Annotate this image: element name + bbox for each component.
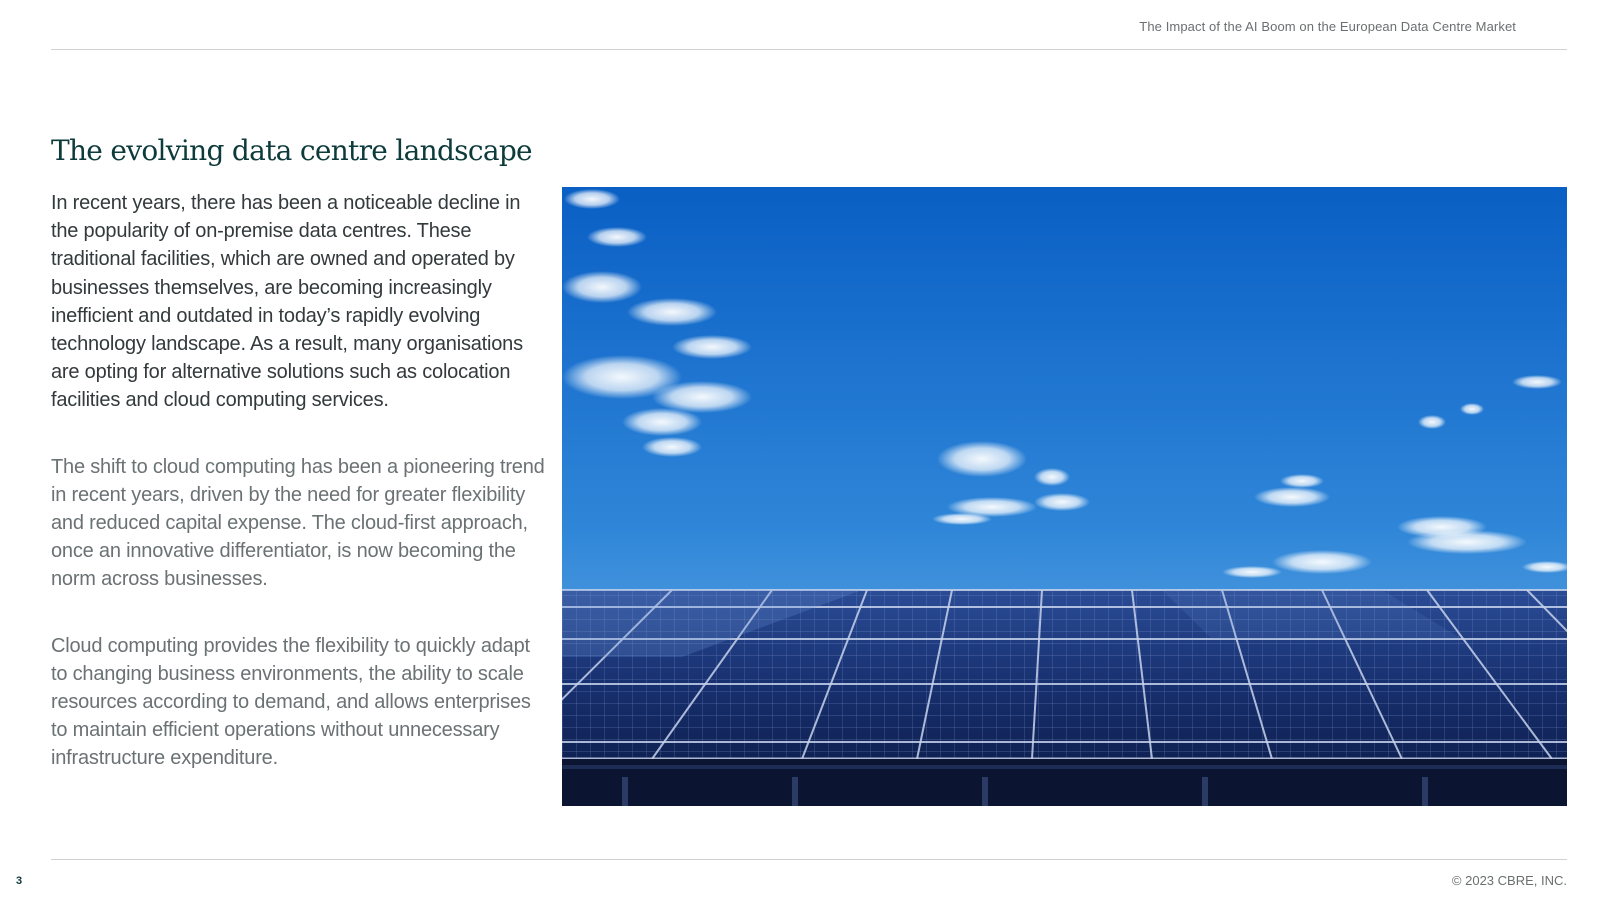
document-page: The Impact of the AI Boom on the Europea… xyxy=(0,0,1600,900)
running-header: The Impact of the AI Boom on the Europea… xyxy=(1139,19,1516,34)
solar-panels-photo xyxy=(562,187,1567,806)
section-title: The evolving data centre landscape xyxy=(51,134,533,167)
body-paragraph: Cloud computing provides the flexibility… xyxy=(51,634,531,770)
intro-paragraph: In recent years, there has been a notice… xyxy=(51,192,523,412)
footer-rule xyxy=(51,859,1567,860)
header-rule xyxy=(51,49,1567,50)
body-paragraph: The shift to cloud computing has been a … xyxy=(51,455,545,591)
body-text-column: In recent years, there has been a notice… xyxy=(51,189,547,773)
page-number: 3 xyxy=(16,875,23,887)
copyright-notice: © 2023 CBRE, INC. xyxy=(1451,873,1567,888)
